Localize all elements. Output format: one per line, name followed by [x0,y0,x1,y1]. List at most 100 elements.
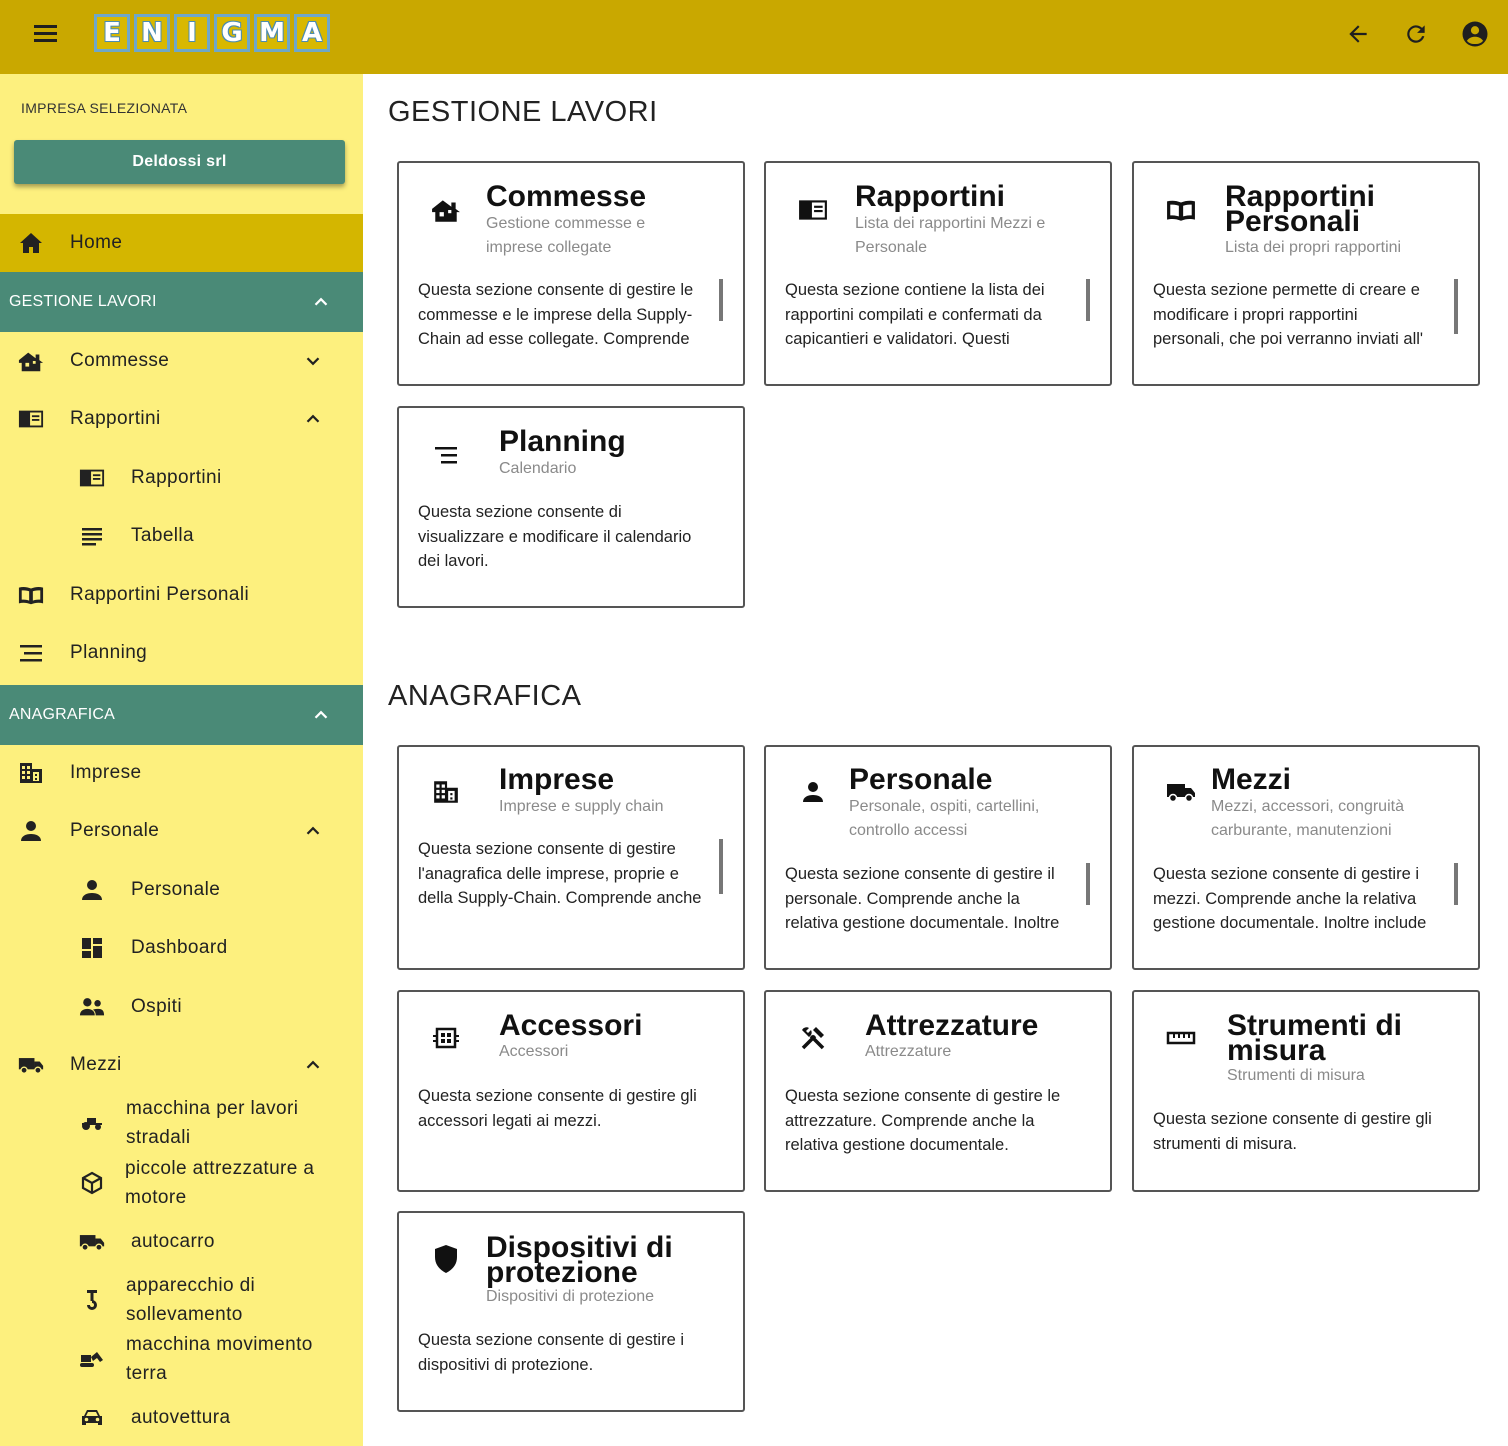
card-subtitle: Personale [855,239,928,256]
description-line: personali, che poi verranno inviati all' [1153,330,1424,348]
refresh-icon[interactable] [1396,14,1436,54]
building-icon [18,761,44,785]
card-accessori[interactable]: Accessori Accessori Questa sezione conse… [397,990,745,1192]
sidebar-item-ospiti[interactable]: Ospiti [0,978,363,1036]
description-line: relativa gestione documentale. [785,1136,1009,1154]
sidebar-item-tabella[interactable]: Tabella [0,507,363,565]
card-planning[interactable]: Planning Calendario Questa sezione conse… [397,406,745,608]
rapportini-icon [18,407,44,431]
arrow-back-icon[interactable] [1338,14,1378,54]
sort-lines-icon [429,438,463,472]
sidebar-item-label: Dashboard [131,937,228,958]
sidebar-item-autocarro[interactable]: autocarro [0,1213,363,1271]
rapportini-icon [796,193,830,227]
selected-company-button[interactable]: Deldossi srl [14,140,345,184]
card-strumenti-di-misura[interactable]: Strumenti di misura Strumenti di misura … [1132,990,1480,1192]
book-open-icon [1164,193,1198,227]
card-dispositivi-di-protezione[interactable]: Dispositivi di protezione Dispositivi di… [397,1211,745,1412]
card-description: Questa sezione contiene la lista dei rap… [785,278,1085,352]
section-title-anagrafica: ANAGRAFICA [388,680,582,712]
sidebar-item-label: Home [70,232,123,253]
sidebar-item-label: Commesse [70,350,170,371]
description-line: accessori legati ai mezzi. [418,1111,602,1130]
description-line: rapportini compilati e confermati da [785,305,1042,324]
card-title: Attrezzature [865,1009,1039,1042]
sidebar-item-label: Mezzi [70,1054,122,1075]
sidebar-item-mezzi[interactable]: Mezzi [0,1036,363,1094]
card-subtitle: Imprese e supply chain [499,798,664,815]
card-subtitle: Accessori [499,1043,569,1060]
description-line: Questa sezione consente di gestire gli [1153,1110,1432,1128]
sidebar-item-label: Rapportini Personali [70,584,250,605]
card-title: misura [1227,1034,1326,1067]
sidebar-item-rapportini-sub[interactable]: Rapportini [0,449,363,507]
card-scrollbar[interactable] [719,279,723,321]
sidebar-item-personale[interactable]: Personale [0,802,363,860]
sidebar: IMPRESA SELEZIONATA Deldossi srl Home GE… [0,74,363,1446]
card-attrezzature[interactable]: Attrezzature Attrezzature Questa sezione… [764,990,1112,1192]
account-circle-icon[interactable] [1455,14,1495,54]
card-personale[interactable]: Personale Personale, ospiti, cartellini,… [764,745,1112,970]
sidebar-item-apparecchio-sollevamento[interactable]: apparecchio di sollevamento [0,1271,363,1329]
table-lines-icon [79,524,105,548]
card-subtitle: Personale, ospiti, cartellini, [849,798,1040,815]
accessory-chip-icon [429,1021,463,1055]
sidebar-item-macchina-lavori-stradali[interactable]: macchina per lavori stradali [0,1094,363,1152]
sidebar-item-macchina-movimento-terra[interactable]: macchina movimento terra [0,1330,363,1388]
sidebar-item-label: Tabella [131,525,195,546]
building-icon [429,775,463,809]
commesse-icon [429,193,463,227]
sidebar-item-planning[interactable]: Planning [0,624,363,682]
label-line: macchina movimento [126,1334,313,1355]
card-scrollbar[interactable] [1086,279,1090,321]
card-scrollbar[interactable] [1454,863,1458,905]
card-scrollbar[interactable] [1086,863,1090,905]
section-header-gestione-lavori[interactable]: GESTIONE LAVORI [0,272,363,332]
sidebar-item-label: macchina movimento terra [126,1330,313,1388]
chevron-up-icon [314,710,328,719]
card-subtitle: imprese collegate [486,239,612,256]
card-imprese[interactable]: Imprese Imprese e supply chain Questa se… [397,745,745,970]
sidebar-item-imprese[interactable]: Imprese [0,744,363,802]
home-icon [18,231,44,255]
card-commesse[interactable]: Commesse Gestione commesse e imprese col… [397,161,745,386]
card-rapportini-personali[interactable]: Rapportini Personali Lista dei propri ra… [1132,161,1480,386]
sidebar-item-rapportini[interactable]: Rapportini [0,390,363,448]
card-mezzi[interactable]: Mezzi Mezzi, accessori, congruità carbur… [1132,745,1480,970]
menu-icon[interactable] [22,14,68,54]
sidebar-item-label: Planning [70,642,148,663]
description-line: della Supply-Chain. Comprende anche [418,889,702,907]
sidebar-item-rapportini-personali[interactable]: Rapportini Personali [0,566,363,624]
card-rapportini[interactable]: Rapportini Lista dei rapportini Mezzi e … [764,161,1112,386]
sidebar-item-autovettura[interactable]: autovettura [0,1389,363,1446]
sidebar-item-home[interactable]: Home [0,214,363,272]
ruler-icon [1164,1021,1198,1055]
logo-letter: E [94,14,130,52]
sidebar-item-piccole-attrezzature[interactable]: piccole attrezzature a motore [0,1154,363,1212]
description-line: Questa sezione permette di creare e [1153,281,1420,299]
truck-icon [1164,775,1198,809]
enigma-logo[interactable]: E N I G M A [94,14,330,54]
sidebar-item-dashboard[interactable]: Dashboard [0,919,363,977]
card-title: protezione [486,1256,638,1289]
description-line: l'anagrafica delle imprese, proprie e [418,864,679,883]
excavator-icon [79,1347,105,1371]
card-subtitle: Attrezzature [865,1043,952,1060]
chevron-up-icon [306,414,320,423]
section-header-anagrafica[interactable]: ANAGRAFICA [0,685,363,745]
card-scrollbar[interactable] [719,839,723,894]
logo-letter: A [294,14,330,52]
logo-letter: N [134,14,170,52]
description-line: modificare i propri rapportini [1153,305,1358,324]
label-line: apparecchio di [126,1275,256,1296]
card-scrollbar[interactable] [1454,279,1458,334]
section-header-label: ANAGRAFICA [9,706,116,723]
description-line: Questa sezione consente di [418,503,622,521]
card-subtitle: carburante, manutenzioni [1211,822,1392,839]
sidebar-item-commesse[interactable]: Commesse [0,332,363,390]
sidebar-item-label: autovettura [131,1407,231,1428]
card-subtitle: Strumenti di misura [1227,1067,1365,1084]
description-line: attrezzature. Comprende anche la [785,1111,1035,1130]
sidebar-item-personale-sub[interactable]: Personale [0,861,363,919]
card-subtitle: Calendario [499,460,577,477]
